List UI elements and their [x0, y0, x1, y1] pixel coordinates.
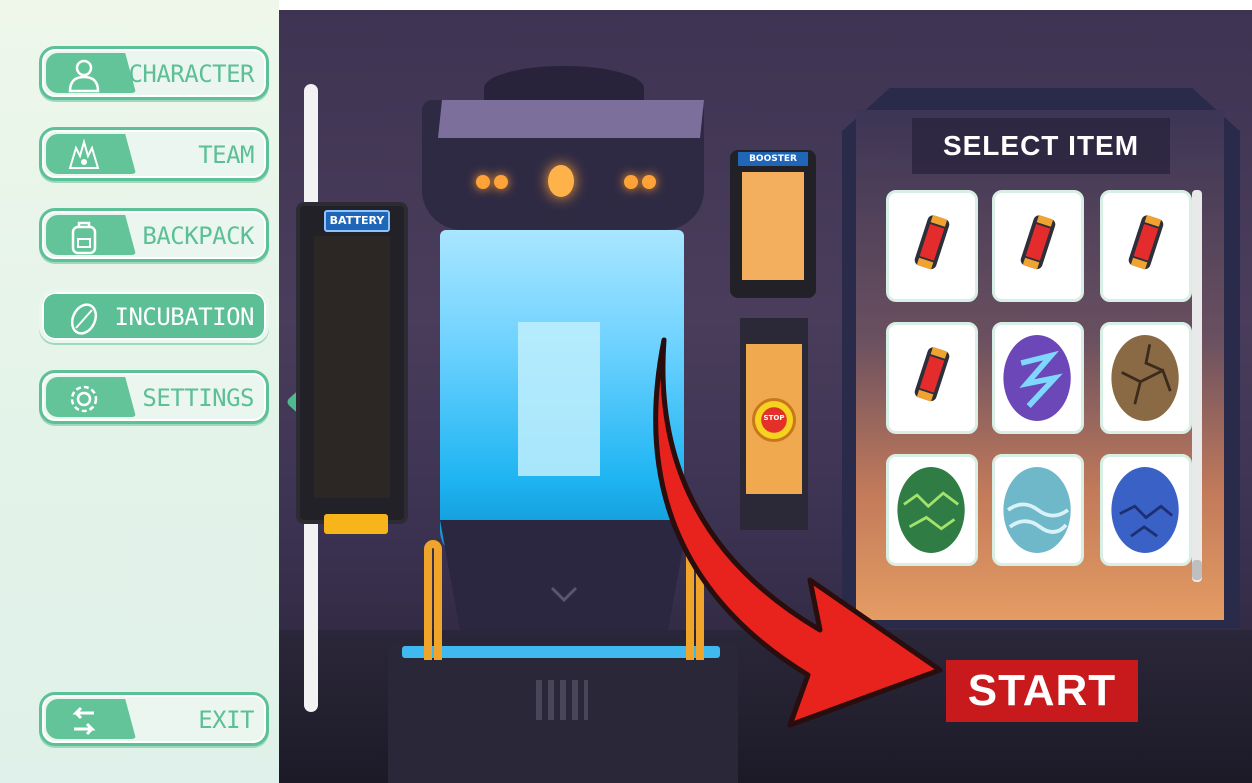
egg-icon	[70, 303, 98, 335]
battery-screen	[314, 236, 390, 498]
menu-item-label: CHARACTER	[128, 60, 254, 88]
left-pipe	[424, 540, 442, 660]
item-slot-battery-capsule[interactable]	[992, 190, 1084, 302]
indicator-light	[476, 175, 490, 189]
item-slot-egg[interactable]	[1100, 322, 1192, 434]
battery-label: BATTERY	[324, 210, 390, 232]
blue-swirl-egg-icon	[1003, 467, 1071, 553]
purple-lightning-egg-icon	[1003, 335, 1071, 421]
brown-cracked-egg-icon	[1111, 335, 1179, 421]
incubator-lid	[438, 100, 704, 138]
item-slot-egg[interactable]	[1100, 454, 1192, 566]
battery-capsule-icon	[1128, 215, 1164, 270]
menu-item-label: SETTINGS	[142, 384, 254, 412]
indicator-light	[642, 175, 656, 189]
exit-label: EXIT	[198, 706, 254, 734]
booster-label: BOOSTER	[738, 152, 808, 166]
menu-item-character[interactable]: CHARACTER	[39, 46, 269, 100]
battery-capsule-icon	[914, 215, 950, 270]
main-indicator-light	[548, 165, 574, 197]
scrollbar-thumb[interactable]	[1192, 560, 1202, 580]
battery-slot[interactable]: BATTERY	[296, 202, 408, 534]
battery-capsule-icon	[1020, 215, 1056, 270]
booster-slot[interactable]: BOOSTER	[730, 150, 816, 298]
start-button[interactable]: START	[946, 660, 1138, 722]
backpack-icon	[71, 221, 97, 255]
top-strip	[279, 0, 1252, 10]
menu-item-backpack[interactable]: BACKPACK	[39, 208, 269, 262]
blue-cracked-egg-icon	[1111, 467, 1179, 553]
booster-screen	[742, 172, 804, 280]
indicator-light	[494, 175, 508, 189]
battery-clamp	[324, 514, 388, 534]
menu-item-incubation[interactable]: INCUBATION	[39, 289, 269, 343]
indicator-light	[624, 175, 638, 189]
side-menu: CHARACTER TEAM BACKPACK INCUBATION SETTI…	[0, 0, 279, 783]
gear-icon	[70, 385, 98, 413]
menu-item-label: TEAM	[198, 141, 254, 169]
item-slot-egg[interactable]	[992, 454, 1084, 566]
item-slot-battery-capsule[interactable]	[1100, 190, 1192, 302]
item-grid-scrollbar[interactable]	[1192, 190, 1202, 582]
menu-item-label: INCUBATION	[114, 303, 255, 331]
tube-glass-panel	[518, 322, 600, 476]
exit-button[interactable]: EXIT	[39, 692, 269, 746]
person-icon	[68, 59, 100, 93]
menu-item-label: BACKPACK	[142, 222, 254, 250]
item-slot-egg[interactable]	[992, 322, 1084, 434]
select-item-title: SELECT ITEM	[912, 118, 1170, 174]
exit-arrow-icon	[72, 706, 96, 736]
chevron-down-icon	[550, 586, 578, 602]
dragon-icon	[68, 138, 100, 169]
menu-item-team[interactable]: TEAM	[39, 127, 269, 181]
menu-item-settings[interactable]: SETTINGS	[39, 370, 269, 424]
pedestal-vent	[536, 680, 588, 720]
item-slot-battery-capsule[interactable]	[886, 190, 978, 302]
